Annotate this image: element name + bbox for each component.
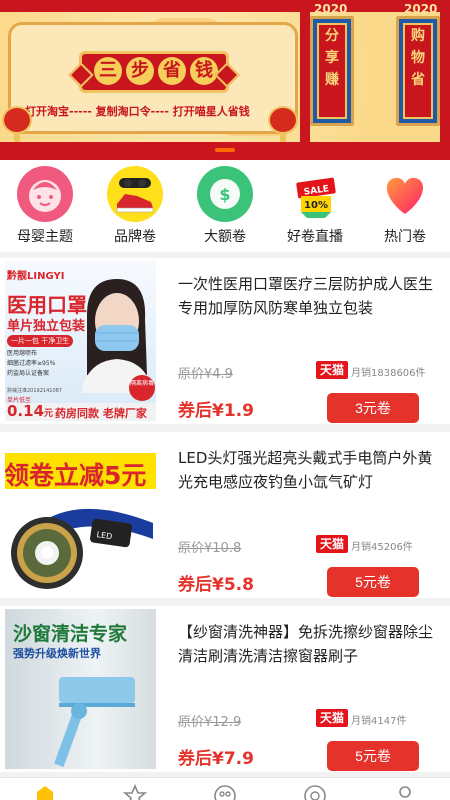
star-icon[interactable]: [122, 783, 148, 800]
product-image[interactable]: 领卷立减5元 LED: [5, 435, 156, 595]
tmall-badge: 天猫: [316, 535, 349, 553]
tmall-badge: 天猫: [316, 361, 349, 379]
couplet-char: 购: [411, 28, 425, 44]
product-card[interactable]: 黔靓LINGYI 医用口罩 单片独立包装 一片一包 干净卫生 医用熔喷布 细菌过…: [0, 258, 450, 424]
original-price: 原价¥10.8: [178, 541, 242, 556]
couplet-char: 分: [325, 28, 339, 44]
couplet-char: 享: [325, 50, 339, 66]
category-label: 好卷直播: [287, 229, 343, 245]
thumb-headline: 医用口罩: [7, 293, 87, 317]
thumb-footer: 药房同款 老牌厂家: [55, 407, 147, 420]
couplet-char: 省: [411, 72, 425, 88]
coupon-price: 券后¥1.9: [178, 401, 254, 421]
thumb-badge: 隔离病毒: [129, 375, 155, 401]
profile-icon[interactable]: [393, 784, 417, 800]
banner-panel: 三 步 省 钱 打开淘宝----- 复制淘口令---- 打开喵星人省钱: [8, 22, 298, 134]
monthly-sales: 月销1838606件: [351, 368, 426, 379]
banner-title-char: 钱: [190, 57, 218, 85]
monthly-sales: 月销4147件: [351, 716, 407, 727]
baby-face-icon: [17, 166, 73, 222]
thumb-bullet: 细菌过滤率≥95%: [7, 360, 56, 367]
promo-banner[interactable]: 三 步 省 钱 打开淘宝----- 复制淘口令---- 打开喵星人省钱 2020…: [0, 0, 450, 160]
year-label: 2020: [314, 2, 348, 16]
year-label: 2020: [404, 2, 438, 16]
product-title[interactable]: LED头灯强光超亮头戴式手电筒户外黄光充电感应夜钓鱼小氙气矿灯: [178, 446, 444, 494]
home-icon[interactable]: [33, 784, 57, 800]
svg-text:10%: 10%: [304, 200, 328, 211]
product-image[interactable]: 黔靓LINGYI 医用口罩 单片独立包装 一片一包 干净卫生 医用熔喷布 细菌过…: [5, 261, 156, 421]
couplet-char: 物: [411, 50, 425, 66]
coupon-price: 券后¥7.9: [178, 749, 254, 769]
product-title[interactable]: 一次性医用口罩医疗三层防护成人医生专用加厚防风防寒单独立包装: [178, 272, 444, 320]
squeegee-image: [54, 677, 135, 767]
thumb-headline: 领卷立减5元: [5, 461, 147, 490]
product-card[interactable]: 领卷立减5元 LED LED头灯强光超亮头戴式手电筒户外黄光充电感应夜钓鱼小氙气…: [0, 432, 450, 598]
category-live[interactable]: SALE 10% 好卷直播: [270, 160, 360, 252]
get-coupon-button[interactable]: 5元卷: [327, 567, 419, 597]
thumb-price-unit: 元: [44, 409, 54, 419]
original-price: 原价¥4.9: [178, 367, 233, 382]
app-screen: 三 步 省 钱 打开淘宝----- 复制淘口令---- 打开喵星人省钱 2020…: [0, 0, 450, 800]
monthly-sales: 月销45206件: [351, 542, 413, 553]
banner-title-char: 步: [126, 57, 154, 85]
category-big-coupon[interactable]: $ 大额卷: [180, 160, 270, 252]
money-icon[interactable]: [213, 784, 237, 800]
money-bag-icon: $: [197, 166, 253, 222]
banner-steps: 打开淘宝----- 复制淘口令---- 打开喵星人省钱: [25, 105, 250, 118]
get-coupon-button[interactable]: 3元卷: [327, 393, 419, 423]
thumb-bullet: 医用熔喷布: [7, 350, 38, 357]
svg-text:$: $: [219, 185, 230, 204]
bottom-tab-bar: [0, 777, 450, 800]
lantern-icon: [268, 106, 298, 142]
sneaker-icon: [107, 166, 163, 222]
couplet-char: 赚: [325, 72, 339, 88]
carousel-indicator[interactable]: [215, 148, 235, 152]
category-label: 母婴主题: [17, 229, 73, 245]
thumb-headline: 沙窗清洁专家: [13, 623, 128, 645]
headlamp-image: LED: [11, 508, 153, 589]
original-price: 原价¥12.9: [178, 715, 242, 730]
coupon-price: 券后¥5.8: [178, 575, 254, 595]
category-label: 品牌卷: [114, 229, 156, 245]
svg-text:SALE: SALE: [303, 184, 329, 197]
product-card[interactable]: 沙窗清洁专家 强势升级焕新世界 【纱窗清洗神器】免拆洗擦纱窗器除尘清洁刷清洗清洁…: [0, 606, 450, 772]
banner-title: 三 步 省 钱: [79, 51, 229, 93]
category-hot[interactable]: 热门卷: [360, 160, 450, 252]
circle-icon[interactable]: [303, 784, 327, 800]
lantern-icon: [2, 106, 32, 142]
thumb-price: 0.14: [7, 402, 45, 420]
category-bar: 母婴主题 品牌卷 $ 大额卷 SALE 10% 好卷直播 热门卷: [0, 160, 450, 252]
couplet-right: 购 物 省: [396, 16, 440, 126]
category-brand[interactable]: 品牌卷: [90, 160, 180, 252]
thumb-pill: 一片一包 干净卫生: [7, 335, 74, 347]
get-coupon-button[interactable]: 5元卷: [327, 741, 419, 771]
thumb-sub: 单片独立包装: [7, 319, 86, 334]
product-title[interactable]: 【纱窗清洗神器】免拆洗擦纱窗器除尘清洁刷清洗清洁擦窗器刷子: [178, 620, 444, 668]
category-label: 热门卷: [384, 229, 426, 245]
tmall-badge: 天猫: [316, 709, 349, 727]
banner-title-char: 三: [94, 57, 122, 85]
thumb-brand: 黔靓LINGYI: [7, 271, 65, 282]
heart-icon: [377, 166, 433, 222]
category-mother-baby[interactable]: 母婴主题: [0, 160, 90, 252]
thumb-sub: 强势升级焕新世界: [13, 647, 101, 660]
product-image[interactable]: 沙窗清洁专家 强势升级焕新世界: [5, 609, 156, 769]
thumb-bullet: 药监局认证备案: [7, 370, 50, 377]
thumb-reg: 黔械注准20192141087: [7, 388, 62, 394]
sale-tag-icon: SALE 10%: [287, 166, 343, 222]
category-label: 大额卷: [204, 229, 246, 245]
couplet-left: 分 享 赚: [310, 16, 354, 126]
banner-title-char: 省: [158, 57, 186, 85]
